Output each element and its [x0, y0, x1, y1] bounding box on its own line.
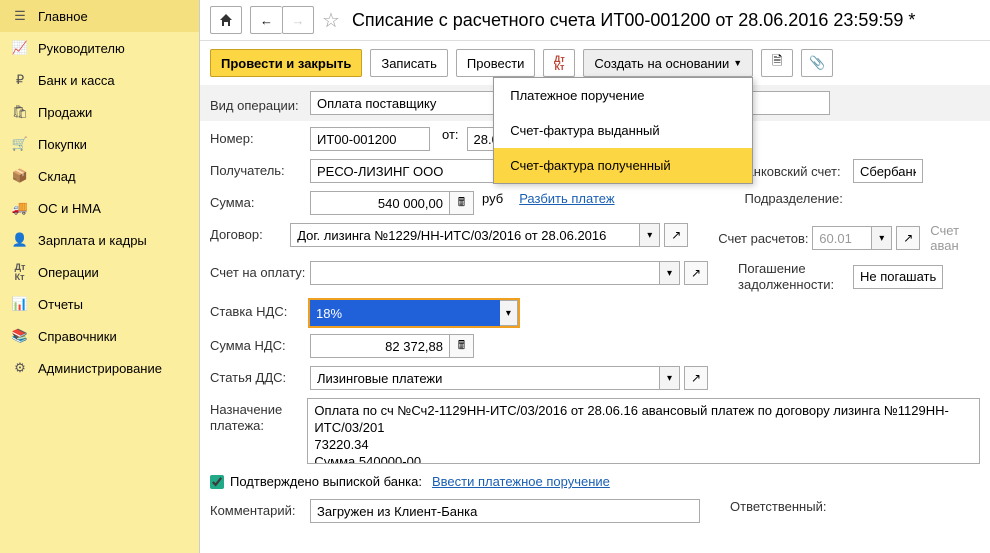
dds-dropdown-icon[interactable]: ▾ [660, 366, 680, 390]
purpose-label: Назначение платежа: [210, 398, 307, 433]
vat-sum-input[interactable] [310, 334, 450, 358]
bank-input[interactable] [853, 159, 923, 183]
settlement-acc-input [812, 226, 872, 250]
sidebar-item-admin[interactable]: ⚙Администрирование [0, 352, 199, 384]
settlement-dd-icon[interactable]: ▾ [872, 226, 892, 250]
dds-open-icon[interactable]: ↗ [684, 366, 708, 390]
sum-label: Сумма: [210, 191, 310, 210]
sidebar-item-purchases[interactable]: 🛒Покупки [0, 128, 199, 160]
attach-button[interactable]: 📎 [801, 49, 833, 77]
repay-label: Погашение задолженности: [738, 261, 853, 292]
from-label: от: [442, 127, 459, 142]
dd-item-invoice-received[interactable]: Счет-фактура полученный [494, 148, 752, 183]
responsible-label: Ответственный: [730, 499, 845, 514]
dtkt-icon: ДтКт [12, 264, 28, 280]
comment-label: Комментарий: [210, 499, 310, 518]
chevron-down-icon: ▼ [733, 58, 742, 68]
number-label: Номер: [210, 127, 310, 146]
report-button[interactable]: 🗎 [761, 49, 793, 77]
invoice-open-icon[interactable]: ↗ [684, 261, 708, 285]
contract-input[interactable] [290, 223, 640, 247]
vat-rate-label: Ставка НДС: [210, 300, 310, 319]
home-button[interactable] [210, 6, 242, 34]
currency-label: руб [482, 191, 503, 206]
dept-label: Подразделение: [745, 191, 860, 206]
split-payment-link[interactable]: Разбить платеж [519, 191, 614, 206]
sidebar: ☰Главное 📈Руководителю ₽Банк и касса 🛍Пр… [0, 0, 200, 553]
number-input[interactable] [310, 127, 430, 151]
vat-sum-label: Сумма НДС: [210, 334, 310, 353]
settlement-open-icon[interactable]: ↗ [896, 226, 920, 250]
sidebar-item-operations[interactable]: ДтКтОперации [0, 256, 199, 288]
create-based-button[interactable]: Создать на основании ▼ [583, 49, 753, 77]
gear-icon: ⚙ [12, 360, 28, 376]
invoice-input[interactable] [310, 261, 660, 285]
sidebar-item-main[interactable]: ☰Главное [0, 0, 199, 32]
invoice-dropdown-icon[interactable]: ▾ [660, 261, 680, 285]
sidebar-item-warehouse[interactable]: 📦Склад [0, 160, 199, 192]
person-icon: 👤 [12, 232, 28, 248]
back-button[interactable]: ← [250, 6, 282, 34]
toolbar: Провести и закрыть Записать Провести ДᴛК… [200, 41, 990, 85]
cart-icon: 🛒 [12, 136, 28, 152]
vat-rate-input[interactable] [310, 300, 500, 326]
box-icon: 📦 [12, 168, 28, 184]
report-icon: 📊 [12, 296, 28, 312]
sidebar-item-manager[interactable]: 📈Руководителю [0, 32, 199, 64]
purpose-textarea[interactable] [307, 398, 980, 464]
sidebar-item-sales[interactable]: 🛍Продажи [0, 96, 199, 128]
sidebar-item-refs[interactable]: 📚Справочники [0, 320, 199, 352]
sidebar-item-assets[interactable]: 🚚ОС и НМА [0, 192, 199, 224]
contract-open-icon[interactable]: ↗ [664, 223, 688, 247]
truck-icon: 🚚 [12, 200, 28, 216]
home-icon: ☰ [12, 8, 28, 24]
post-and-close-button[interactable]: Провести и закрыть [210, 49, 362, 77]
repay-input[interactable] [853, 265, 943, 289]
advance-acc-label: Счет аван [930, 223, 980, 253]
enter-po-link[interactable]: Ввести платежное поручение [432, 474, 610, 489]
favorite-star-icon[interactable]: ☆ [322, 8, 340, 33]
calc-icon[interactable]: 🖩 [450, 191, 474, 215]
dd-item-payment-order[interactable]: Платежное поручение [494, 78, 752, 113]
dd-item-invoice-issued[interactable]: Счет-фактура выданный [494, 113, 752, 148]
create-based-dropdown: Платежное поручение Счет-фактура выданны… [493, 77, 753, 184]
settlement-acc-label: Счет расчетов: [718, 231, 812, 246]
book-icon: 📚 [12, 328, 28, 344]
op-type-label: Вид операции: [210, 94, 310, 113]
post-button[interactable]: Провести [456, 49, 536, 77]
forward-button[interactable]: → [282, 6, 314, 34]
bank-label: Банковский счет: [738, 164, 853, 179]
vat-calc-icon[interactable]: 🖩 [450, 334, 474, 358]
sum-input[interactable] [310, 191, 450, 215]
sidebar-item-salary[interactable]: 👤Зарплата и кадры [0, 224, 199, 256]
confirmed-checkbox[interactable] [210, 475, 224, 489]
dtkt-button[interactable]: ДᴛКᴛ [543, 49, 575, 77]
contract-label: Договор: [210, 223, 290, 242]
header-bar: ← → ☆ Списание с расчетного счета ИТ00-0… [200, 0, 990, 41]
chart-icon: 📈 [12, 40, 28, 56]
sidebar-item-reports[interactable]: 📊Отчеты [0, 288, 199, 320]
contract-dropdown-icon[interactable]: ▾ [640, 223, 660, 247]
dds-input[interactable] [310, 366, 660, 390]
main-panel: ← → ☆ Списание с расчетного счета ИТ00-0… [200, 0, 990, 553]
confirmed-label: Подтверждено выпиской банка: [230, 474, 422, 489]
invoice-label: Счет на оплату: [210, 261, 310, 280]
ruble-icon: ₽ [12, 72, 28, 88]
bag-icon: 🛍 [12, 104, 28, 120]
payee-label: Получатель: [210, 159, 310, 178]
dds-label: Статья ДДС: [210, 366, 310, 385]
comment-input[interactable] [310, 499, 700, 523]
vat-rate-dropdown-icon[interactable]: ▾ [500, 300, 518, 326]
page-title: Списание с расчетного счета ИТ00-001200 … [352, 10, 915, 31]
record-button[interactable]: Записать [370, 49, 448, 77]
sidebar-item-bank[interactable]: ₽Банк и касса [0, 64, 199, 96]
